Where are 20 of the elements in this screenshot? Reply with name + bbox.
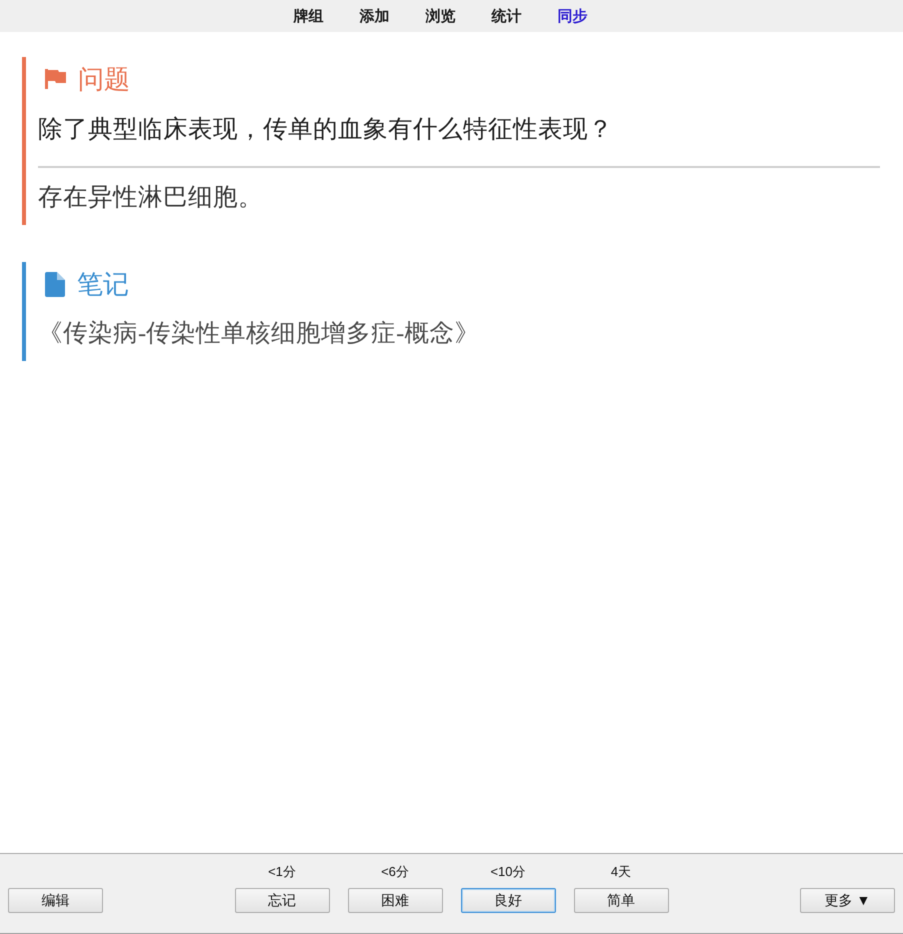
menu-link[interactable]: 添加 — [360, 6, 390, 26]
more-button[interactable]: 更多 ▼ — [800, 888, 895, 913]
card-title: 问题 — [78, 62, 130, 96]
menu-link[interactable]: 统计 — [492, 6, 522, 26]
interval-label: 4天 — [610, 864, 632, 880]
interval-label: <1分 — [268, 864, 296, 880]
answer-button[interactable]: 忘记 — [234, 888, 330, 913]
interval-label: <10分 — [490, 864, 526, 880]
menu-link[interactable]: 同步 — [558, 6, 588, 26]
answer-text: 存在异性淋巴细胞。 — [38, 183, 264, 213]
menu-link[interactable]: 浏览 — [426, 6, 456, 26]
answer-button[interactable]: 良好 — [460, 888, 556, 913]
menu-link[interactable]: 牌组 — [294, 6, 324, 26]
answer-button[interactable]: 简单 — [574, 888, 668, 913]
question-text: 除了典型临床表现，传单的血象有什么特征性表现？ — [38, 115, 614, 145]
note-text: 《传染病-传染性单核细胞增多症-概念》 — [38, 319, 480, 349]
card-title: 笔记 — [77, 268, 129, 300]
answer-button[interactable]: 困难 — [348, 888, 442, 913]
interval-label: <6分 — [381, 864, 409, 880]
edit-button[interactable]: 编辑 — [8, 888, 103, 913]
